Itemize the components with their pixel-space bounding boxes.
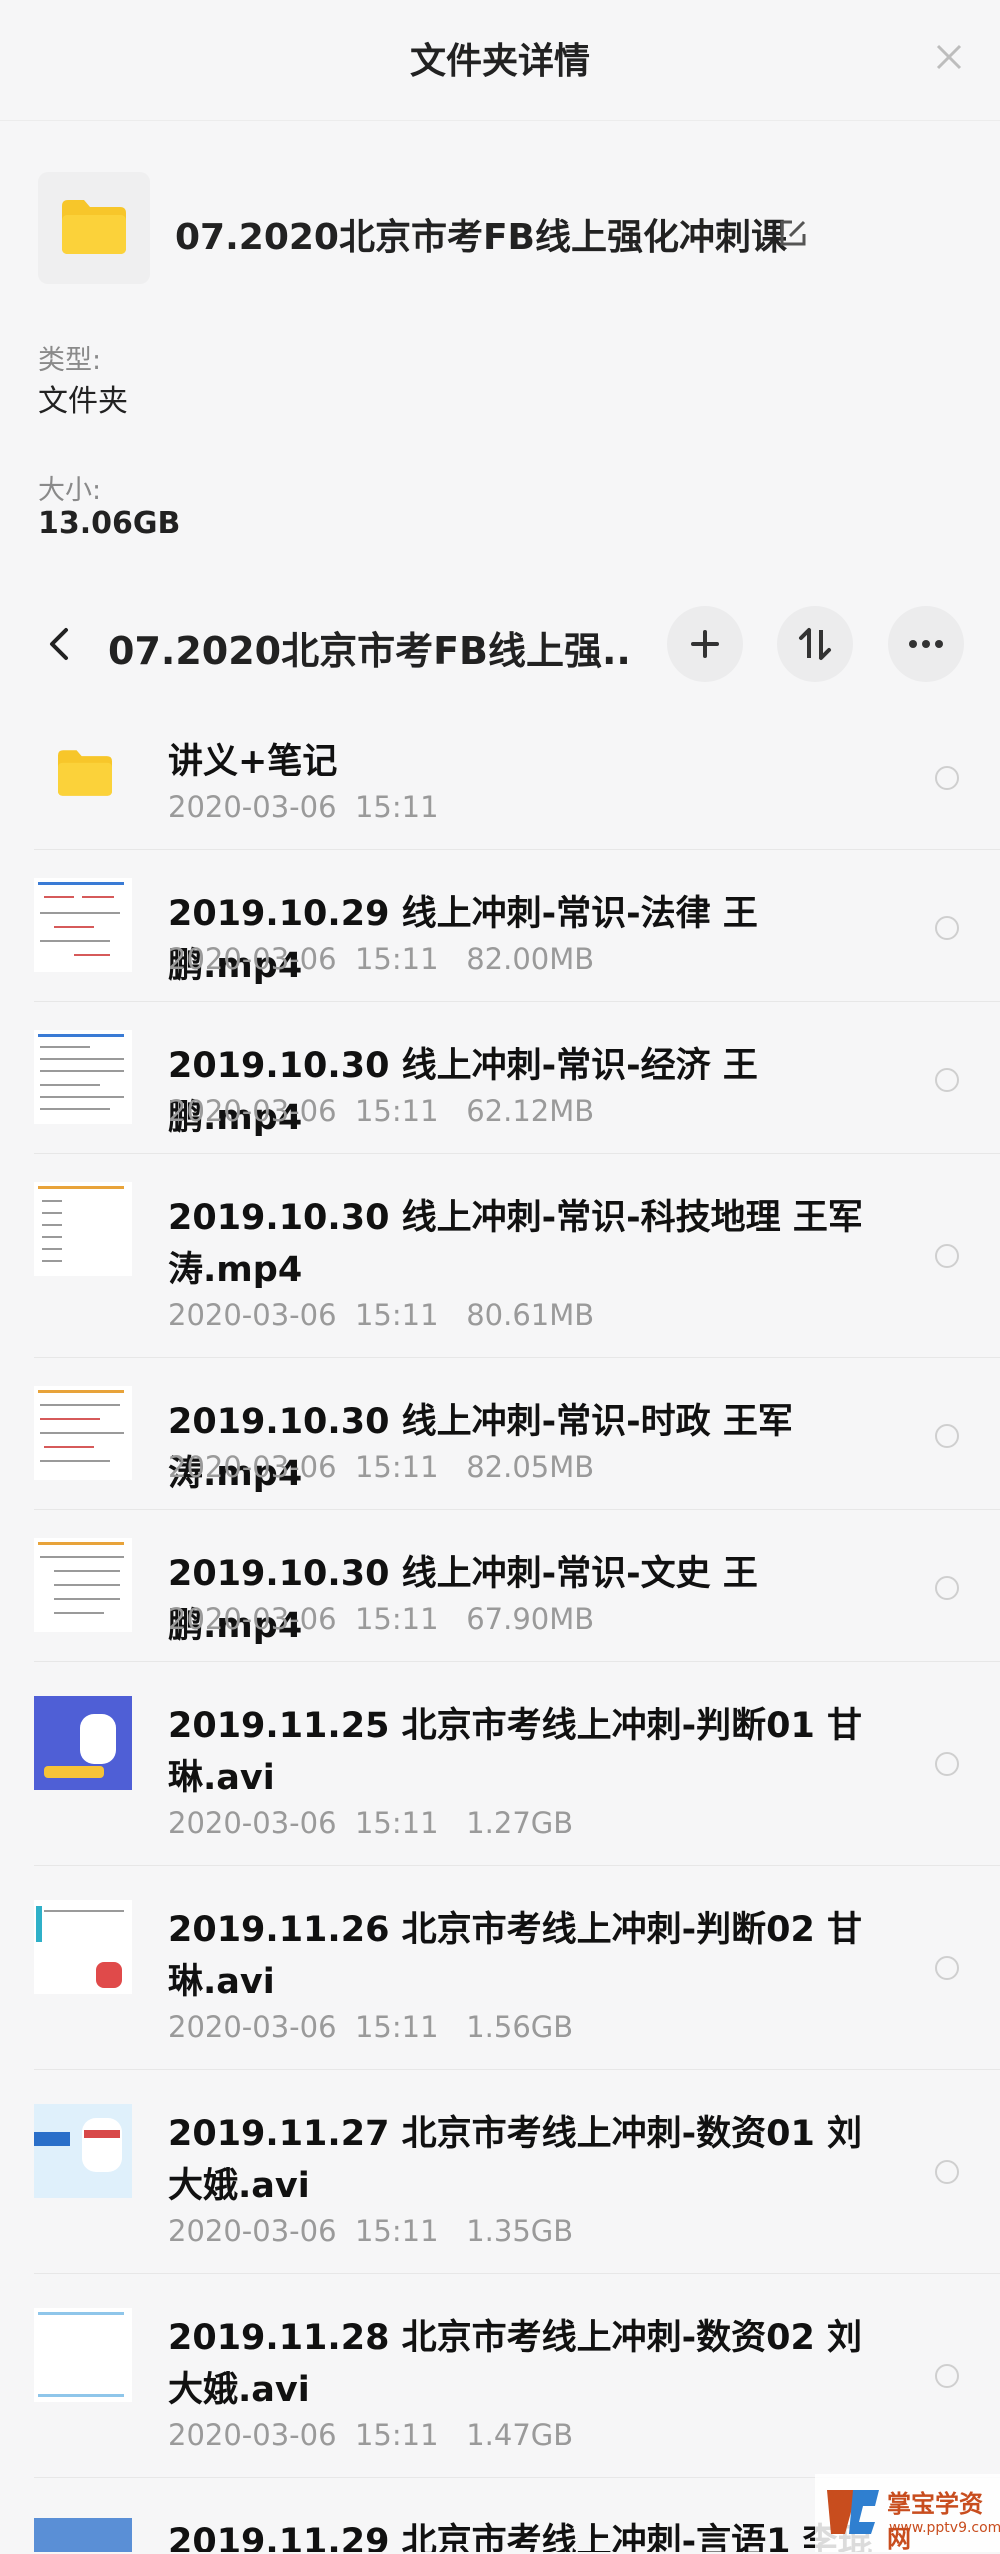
close-icon[interactable] (932, 40, 966, 74)
file-meta: 2020-03-06 15:11 1.56GB (168, 2010, 574, 2044)
file-meta: 2020-03-06 15:11 82.00MB (168, 942, 595, 976)
file-name: 2019.10.29 线上冲刺-常识-法律 王鹏.mp4 (168, 894, 758, 986)
plus-icon (691, 630, 719, 658)
file-meta: 2020-03-06 15:11 62.12MB (168, 1094, 595, 1128)
file-name: 2019.11.27 北京市考线上冲刺-数资01 刘大娥.avi (168, 2114, 863, 2206)
video-thumbnail (34, 1386, 132, 1480)
file-meta: 2020-03-06 15:11 1.47GB (168, 2418, 574, 2452)
video-thumbnail (34, 1030, 132, 1124)
folder-name: 07.2020北京市考FB线上强化冲刺课 (175, 217, 788, 258)
dialog-title: 文件夹详情 (409, 41, 590, 82)
header: 文件夹详情 (0, 0, 1000, 120)
select-radio[interactable] (935, 1068, 959, 1092)
file-meta: 2020-03-06 15:11 80.61MB (168, 1298, 595, 1332)
folder-icon (62, 200, 126, 254)
watermark-url: www.pptv9.com (889, 2520, 1000, 2536)
file-name: 2019.10.30 线上冲刺-常识-时政 王军涛.mp4 (168, 1402, 793, 1494)
video-thumbnail (34, 2104, 132, 2198)
list-item[interactable]: 2019.11.27 北京市考线上冲刺-数资01 刘大娥.avi 2020-03… (0, 2070, 1000, 2274)
list-item[interactable]: 2019.11.26 北京市考线上冲刺-判断02 甘琳.avi 2020-03-… (0, 1866, 1000, 2070)
sort-button[interactable] (777, 606, 853, 682)
list-item[interactable]: 2019.10.30 线上冲刺-常识-文史 王鹏.mp4 2020-03-06 … (0, 1510, 1000, 1662)
more-icon (909, 640, 943, 648)
watermark: 掌宝学资网 www.pptv9.com (815, 2474, 1000, 2553)
folder-navbar: 07.2020北京市考FB线上强... (0, 598, 1000, 694)
add-button[interactable] (667, 606, 743, 682)
type-label: 类型: (38, 345, 102, 376)
file-name: 2019.10.30 线上冲刺-常识-科技地理 王军涛.mp4 (168, 1198, 863, 1290)
file-name: 2019.11.29 北京市考线上冲刺-言语1 李琨 (168, 2522, 873, 2552)
file-name: 2019.11.28 北京市考线上冲刺-数资02 刘大娥.avi (168, 2318, 863, 2410)
select-radio[interactable] (935, 1424, 959, 1448)
edit-icon[interactable] (778, 218, 808, 248)
list-item[interactable]: 2019.11.25 北京市考线上冲刺-判断01 甘琳.avi 2020-03-… (0, 1662, 1000, 1866)
file-meta: 2020-03-06 15:11 1.35GB (168, 2214, 574, 2248)
list-item[interactable]: 2019.10.30 线上冲刺-常识-时政 王军涛.mp4 2020-03-06… (0, 1358, 1000, 1510)
file-name: 讲义+笔记 (168, 742, 338, 782)
video-thumbnail (34, 1696, 132, 1790)
file-name: 2019.10.30 线上冲刺-常识-文史 王鹏.mp4 (168, 1554, 758, 1646)
folder-icon (58, 750, 112, 796)
video-thumbnail (34, 2518, 132, 2552)
file-meta: 2020-03-06 15:11 1.27GB (168, 1806, 574, 1840)
select-radio[interactable] (935, 1752, 959, 1776)
video-thumbnail (34, 1182, 132, 1276)
file-meta: 2020-03-06 15:11 67.90MB (168, 1602, 595, 1636)
list-item[interactable]: 2019.10.30 线上冲刺-常识-经济 王鹏.mp4 2020-03-06 … (0, 1002, 1000, 1154)
size-value: 13.06GB (38, 506, 181, 541)
file-name: 2019.11.25 北京市考线上冲刺-判断01 甘琳.avi (168, 1706, 863, 1798)
list-item[interactable]: 2019.10.30 线上冲刺-常识-科技地理 王军涛.mp4 2020-03-… (0, 1154, 1000, 1358)
more-button[interactable] (888, 606, 964, 682)
current-folder-title: 07.2020北京市考FB线上强... (108, 629, 628, 673)
site-logo-icon (827, 2490, 879, 2534)
video-thumbnail (34, 1900, 132, 1994)
list-item[interactable]: 讲义+笔记 2020-03-06 15:11 (0, 714, 1000, 850)
video-thumbnail (34, 878, 132, 972)
watermark-text: 掌宝学资网 (887, 2490, 983, 2553)
select-radio[interactable] (935, 1956, 959, 1980)
video-thumbnail (34, 2308, 132, 2402)
divider (0, 120, 1000, 121)
list-item[interactable]: 2019.11.28 北京市考线上冲刺-数资02 刘大娥.avi 2020-03… (0, 2274, 1000, 2478)
select-radio[interactable] (935, 1244, 959, 1268)
video-thumbnail (34, 1538, 132, 1632)
file-meta: 2020-03-06 15:11 (168, 790, 439, 824)
sort-icon (799, 628, 831, 660)
file-name: 2019.11.26 北京市考线上冲刺-判断02 甘琳.avi (168, 1910, 863, 2002)
list-item[interactable]: 2019.10.29 线上冲刺-常识-法律 王鹏.mp4 2020-03-06 … (0, 850, 1000, 1002)
folder-thumbnail (38, 172, 150, 284)
size-label: 大小: (38, 475, 102, 506)
select-radio[interactable] (935, 766, 959, 790)
select-radio[interactable] (935, 2160, 959, 2184)
select-radio[interactable] (935, 916, 959, 940)
file-name: 2019.10.30 线上冲刺-常识-经济 王鹏.mp4 (168, 1046, 758, 1138)
select-radio[interactable] (935, 2364, 959, 2388)
file-meta: 2020-03-06 15:11 82.05MB (168, 1450, 595, 1484)
type-value: 文件夹 (38, 384, 128, 419)
select-radio[interactable] (935, 1576, 959, 1600)
back-icon[interactable] (44, 624, 74, 664)
